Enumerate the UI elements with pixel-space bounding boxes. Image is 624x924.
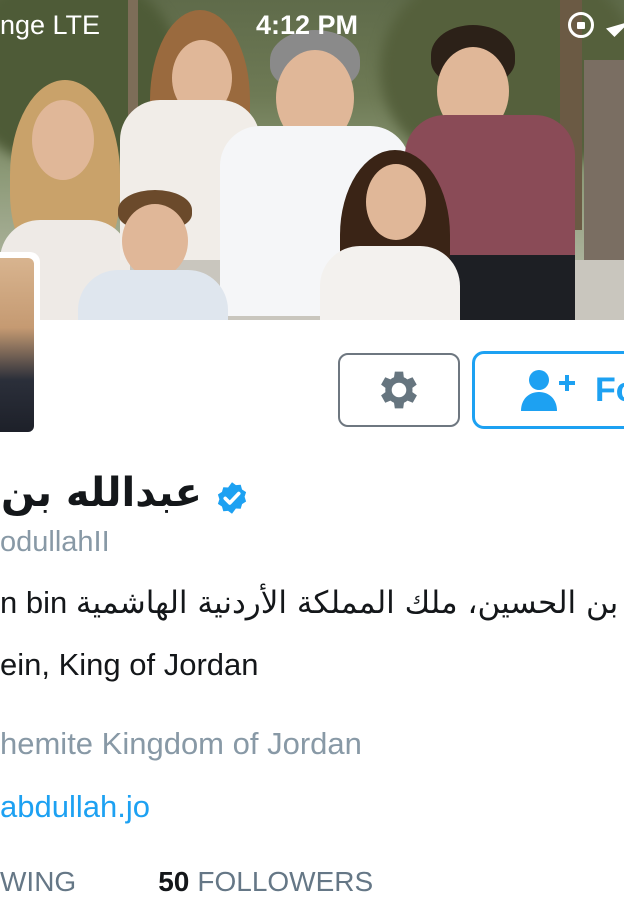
settings-button[interactable] [338, 353, 460, 427]
follow-button[interactable]: Fo [472, 351, 624, 429]
gear-icon [381, 371, 417, 409]
profile-stats: WING 50 FOLLOWERS [0, 866, 373, 898]
avatar-image [0, 258, 34, 432]
add-user-icon [521, 370, 575, 411]
bio-line-1-arabic: بن الحسين، ملك المملكة الأردنية الهاشمية [75, 585, 619, 621]
profile-location: hemite Kingdom of Jordan [0, 726, 362, 761]
following-stat[interactable]: WING [0, 866, 76, 898]
status-icons [568, 12, 624, 38]
verified-badge-icon [217, 482, 247, 514]
bio-line-1: n bin بن الحسين، ملك المملكة الأردنية ال… [0, 585, 618, 621]
clock: 4:12 PM [256, 10, 359, 40]
follow-button-label: Fo [595, 370, 624, 409]
avatar[interactable] [0, 252, 40, 438]
location-arrow-icon [605, 12, 624, 38]
carrier-label: nge LTE [0, 10, 101, 40]
display-name-row: عبدالله بن ا [0, 470, 624, 522]
rotation-lock-icon [568, 12, 594, 38]
user-handle: odullahII [0, 526, 110, 558]
bio-line-1-latin: n bin [0, 585, 76, 620]
followers-label[interactable]: FOLLOWERS [197, 866, 373, 898]
stone-wall [584, 60, 624, 260]
profile-website-link[interactable]: abdullah.jo [0, 789, 150, 825]
person-figure [78, 190, 228, 320]
display-name: عبدالله بن ا [0, 470, 202, 516]
person-figure [320, 150, 470, 320]
bio-line-2: ein, King of Jordan [0, 647, 259, 682]
followers-count[interactable]: 50 [158, 866, 189, 898]
status-bar: nge LTE 4:12 PM [0, 0, 624, 52]
